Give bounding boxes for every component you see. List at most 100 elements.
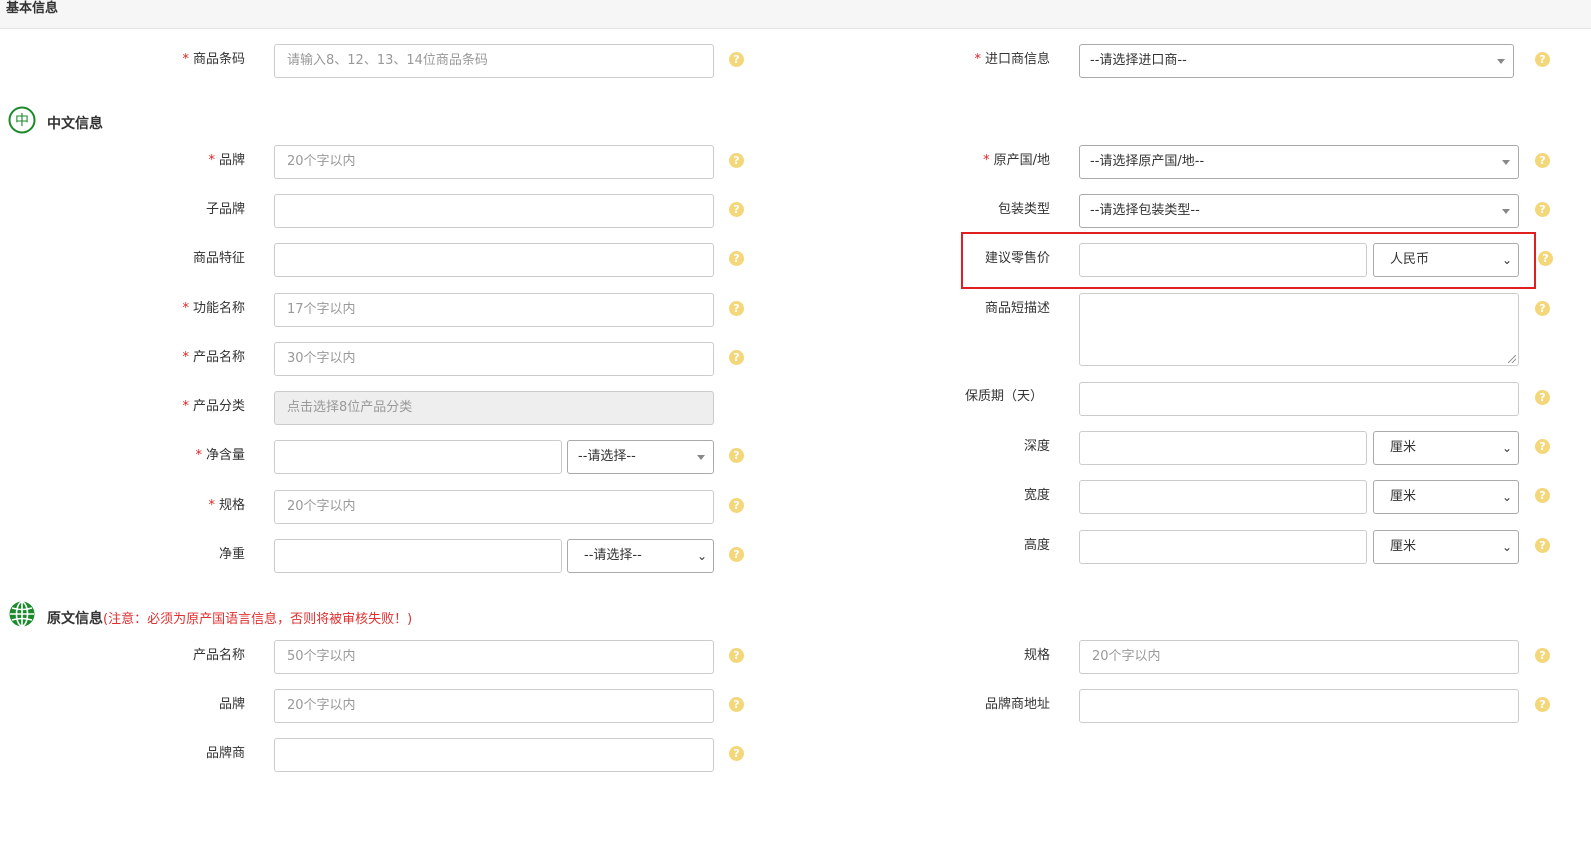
question-circle-icon[interactable]: ?: [1535, 202, 1550, 217]
question-circle-icon[interactable]: ?: [1535, 301, 1550, 316]
orig-product-name-input[interactable]: 50个字以内: [274, 640, 714, 674]
question-circle-icon[interactable]: ?: [1535, 390, 1550, 405]
orig-spec-input[interactable]: 20个字以内: [1079, 640, 1519, 674]
importer-select[interactable]: --请选择进口商--: [1079, 44, 1514, 78]
height-label: 高度: [1023, 538, 1050, 553]
required-mark: *: [182, 301, 189, 316]
width-unit-select[interactable]: 厘米 ⌄: [1373, 480, 1519, 514]
height-unit-select[interactable]: 厘米 ⌄: [1373, 530, 1519, 564]
required-mark: *: [182, 399, 189, 414]
category-input[interactable]: 点击选择8位产品分类: [274, 391, 714, 425]
question-circle-icon[interactable]: ?: [729, 52, 744, 67]
package-type-select[interactable]: --请选择包装类型--: [1079, 194, 1519, 228]
depth-input[interactable]: [1079, 431, 1367, 465]
question-circle-icon[interactable]: ?: [729, 448, 744, 463]
net-weight-input[interactable]: [274, 539, 562, 573]
barcode-input[interactable]: 请输入8、12、13、14位商品条码: [274, 44, 714, 78]
height-input[interactable]: [1079, 530, 1367, 564]
question-circle-icon[interactable]: ?: [729, 153, 744, 168]
question-circle-icon[interactable]: ?: [729, 251, 744, 266]
net-content-unit-select[interactable]: --请选择--: [567, 440, 714, 474]
question-circle-icon[interactable]: ?: [1535, 488, 1550, 503]
orig-brand-address-label: 品牌商地址: [984, 697, 1050, 712]
dropdown-arrow-icon: [1502, 209, 1510, 214]
brand-input[interactable]: 20个字以内: [274, 145, 714, 179]
brand-label: * 品牌: [208, 153, 245, 168]
orig-brand-owner-input[interactable]: [274, 738, 714, 772]
depth-label: 深度: [1023, 439, 1050, 454]
chevron-down-icon: ⌄: [1501, 490, 1512, 504]
question-circle-icon[interactable]: ?: [729, 547, 744, 562]
orig-brand-input[interactable]: 20个字以内: [274, 689, 714, 723]
origin-country-label: * 原产国/地: [983, 153, 1050, 168]
short-desc-textarea[interactable]: [1079, 293, 1519, 366]
sub-brand-label: 子品牌: [205, 202, 245, 217]
zhong-badge-icon: 中: [8, 106, 36, 134]
required-mark: *: [182, 52, 189, 67]
retail-price-label: 建议零售价: [984, 251, 1050, 266]
shelf-life-input[interactable]: [1079, 382, 1519, 416]
question-circle-icon[interactable]: ?: [1538, 251, 1553, 266]
origin-country-select[interactable]: --请选择原产国/地--: [1079, 145, 1519, 179]
function-name-input[interactable]: 17个字以内: [274, 293, 714, 327]
question-circle-icon[interactable]: ?: [1535, 153, 1550, 168]
chinese-section-title: 中文信息: [47, 116, 103, 132]
required-mark: *: [195, 448, 202, 463]
net-weight-label: 净重: [218, 547, 245, 562]
net-weight-unit-select[interactable]: --请选择-- ⌄: [567, 539, 714, 573]
orig-brand-owner-label: 品牌商: [205, 746, 245, 761]
barcode-label: * 商品条码: [182, 52, 245, 67]
section-header-title: 基本信息: [6, 1, 59, 16]
depth-unit-select[interactable]: 厘米 ⌄: [1373, 431, 1519, 465]
chevron-down-icon: ⌄: [1501, 540, 1512, 554]
retail-price-input[interactable]: [1079, 243, 1367, 277]
product-name-input[interactable]: 30个字以内: [274, 342, 714, 376]
svg-text:中: 中: [15, 113, 29, 129]
chevron-down-icon: ⌄: [696, 549, 707, 563]
net-content-input[interactable]: [274, 440, 562, 474]
sub-brand-input[interactable]: [274, 194, 714, 228]
globe-icon: [9, 601, 35, 627]
package-type-label: 包装类型: [997, 202, 1050, 217]
feature-label: 商品特征: [192, 251, 245, 266]
chevron-down-icon: ⌄: [1501, 253, 1512, 267]
question-circle-icon[interactable]: ?: [1535, 697, 1550, 712]
section-header-bar: 基本信息: [0, 0, 1591, 29]
required-mark: *: [983, 153, 990, 168]
question-circle-icon[interactable]: ?: [729, 202, 744, 217]
spec-input[interactable]: 20个字以内: [274, 490, 714, 524]
required-mark: *: [974, 52, 981, 67]
original-section-note: (注意：必须为原产国语言信息，否则将被审核失败！): [103, 612, 413, 627]
importer-label: * 进口商信息: [974, 52, 1050, 67]
orig-brand-address-input[interactable]: [1079, 689, 1519, 723]
resize-handle-icon[interactable]: [1508, 355, 1516, 363]
shelf-life-label: 保质期（天）: [964, 389, 1043, 404]
question-circle-icon[interactable]: ?: [729, 350, 744, 365]
orig-product-name-label: 产品名称: [192, 648, 245, 663]
short-desc-label: 商品短描述: [984, 301, 1050, 316]
original-section-title: 原文信息(注意：必须为原产国语言信息，否则将被审核失败！): [47, 611, 413, 627]
question-circle-icon[interactable]: ?: [1535, 648, 1550, 663]
dropdown-arrow-icon: [1497, 59, 1505, 64]
question-circle-icon[interactable]: ?: [1535, 52, 1550, 67]
required-mark: *: [208, 153, 215, 168]
net-content-label: * 净含量: [195, 448, 245, 463]
question-circle-icon[interactable]: ?: [729, 746, 744, 761]
feature-input[interactable]: [274, 243, 714, 277]
question-circle-icon[interactable]: ?: [1535, 538, 1550, 553]
width-label: 宽度: [1023, 488, 1050, 503]
question-circle-icon[interactable]: ?: [729, 697, 744, 712]
product-name-label: * 产品名称: [182, 350, 245, 365]
question-circle-icon[interactable]: ?: [729, 301, 744, 316]
chevron-down-icon: ⌄: [1501, 441, 1512, 455]
orig-brand-label: 品牌: [218, 697, 245, 712]
question-circle-icon[interactable]: ?: [729, 648, 744, 663]
required-mark: *: [182, 350, 189, 365]
question-circle-icon[interactable]: ?: [729, 498, 744, 513]
question-circle-icon[interactable]: ?: [1535, 439, 1550, 454]
dropdown-arrow-icon: [1502, 160, 1510, 165]
width-input[interactable]: [1079, 480, 1367, 514]
spec-label: * 规格: [208, 498, 245, 513]
required-mark: *: [208, 498, 215, 513]
currency-select[interactable]: 人民币 ⌄: [1373, 243, 1519, 277]
